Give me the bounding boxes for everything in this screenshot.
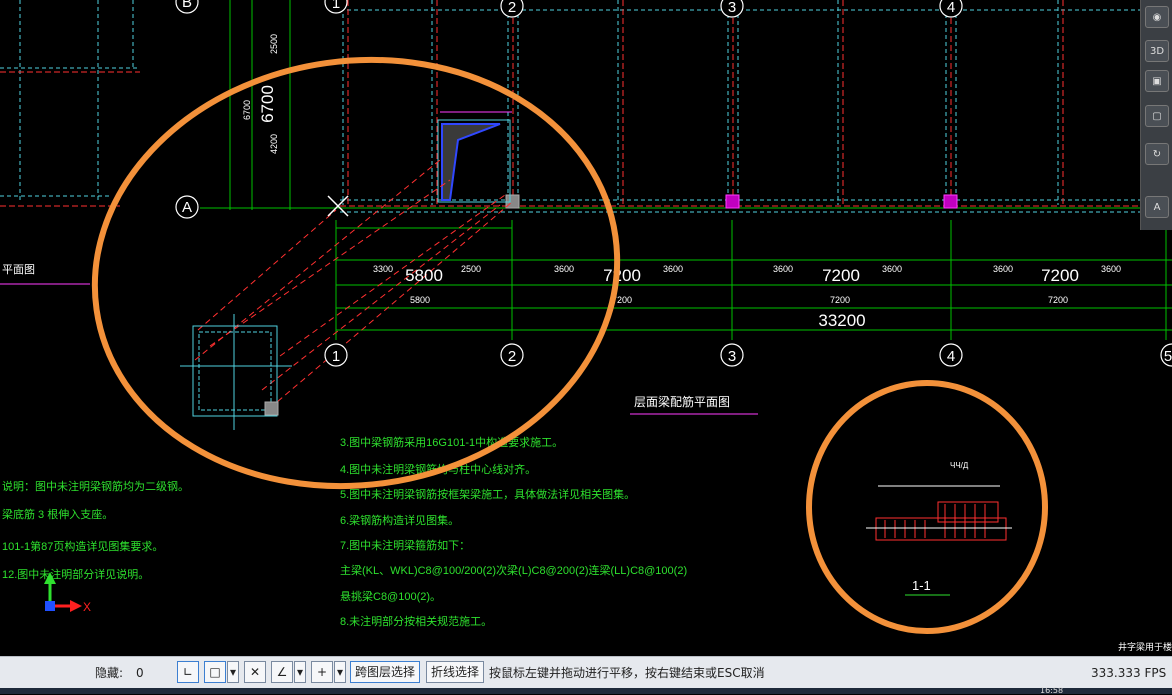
dim-small-8: 3600 xyxy=(1101,264,1121,274)
note-8: 8.未注明部分按相关规范施工。 xyxy=(340,614,492,628)
axis-label-4-top: 4 xyxy=(947,0,955,16)
axis-label-2-top: 2 xyxy=(508,0,516,16)
note-6: 6.梁钢筋构造详见图集。 xyxy=(340,513,459,527)
note-3: 3.图中梁钢筋采用16G101-1中构造要求施工。 xyxy=(340,435,563,449)
cross-snap-icon[interactable]: ✕ xyxy=(244,661,266,683)
dim-span-2: 7200 xyxy=(603,266,641,285)
dim-small-3: 3600 xyxy=(554,264,574,274)
axis-label-2: 2 xyxy=(508,348,516,365)
angle-dropdown-icon[interactable]: ▾ xyxy=(294,661,306,683)
ortho-mode-icon[interactable]: ∟ xyxy=(177,661,199,683)
dim-vertical-1: 6700 xyxy=(242,100,252,120)
plan-title: 层面梁配筋平面图 xyxy=(634,394,730,409)
taskbar-strip xyxy=(0,688,1172,694)
view-3d-button[interactable]: 3D xyxy=(1145,40,1169,62)
dim-small-5: 3600 xyxy=(773,264,793,274)
dim-small-2: 2500 xyxy=(461,264,481,274)
hidden-count: 0 xyxy=(136,666,144,680)
cross-layer-select-button[interactable]: 跨图层选择 xyxy=(350,661,420,683)
axis-label-b: B xyxy=(182,0,192,11)
dim-vertical-big: 6700 xyxy=(258,85,277,123)
box-view-icon[interactable]: ▢ xyxy=(1145,105,1169,127)
dim-lower-1: 5800 xyxy=(410,295,430,305)
dim-lower-4: 7200 xyxy=(1048,295,1068,305)
dim-span-3: 7200 xyxy=(822,266,860,285)
cad-drawing-canvas[interactable]: A B 1 2 3 4 1 2 3 4 5 5800 7200 7200 720… xyxy=(0,0,1172,656)
ucs-x-label: X xyxy=(83,600,91,614)
right-toolbar: ◉ 3D ▣ ▢ ↻ A xyxy=(1140,0,1172,230)
fps-readout: 333.333 FPS xyxy=(1091,666,1167,680)
left-note-4: 12.图中未注明部分详见说明。 xyxy=(2,567,149,581)
cube-icon[interactable]: ▣ xyxy=(1145,70,1169,92)
dim-small-4: 3600 xyxy=(663,264,683,274)
axis-label-3: 3 xyxy=(728,348,736,365)
note-7-cantilever: 悬挑梁C8@100(2)。 xyxy=(340,589,441,603)
letter-tool-icon[interactable]: A xyxy=(1145,196,1169,218)
snap-dropdown-icon[interactable]: ▾ xyxy=(227,661,239,683)
camera-icon[interactable]: ◉ xyxy=(1145,6,1169,28)
section-title: ЧЧ/Д xyxy=(950,461,969,470)
left-note-1: 说明：图中未注明梁钢筋均为二级钢。 xyxy=(2,479,189,493)
left-note-3: 101-1第87页构造详见图集要求。 xyxy=(2,539,163,553)
note-5: 5.图中未注明梁钢筋按框架梁施工，具体做法详见相关图集。 xyxy=(340,487,635,501)
dim-span-1: 5800 xyxy=(405,266,443,285)
status-bar: 隐藏: 0 ∟ □ ▾ ✕ ∠ ▾ + ▾ 跨图层选择 折线选择 按鼠标左键并拖… xyxy=(0,656,1172,689)
dim-vertical-3: 4200 xyxy=(269,134,279,154)
dim-vertical-2: 2500 xyxy=(269,34,279,54)
axis-label-1-top: 1 xyxy=(332,0,340,12)
left-note-2: 梁底筋 3 根伸入支座。 xyxy=(2,507,113,521)
axis-label-4: 4 xyxy=(947,348,955,365)
dim-span-4: 7200 xyxy=(1041,266,1079,285)
snap-mode-icon[interactable]: □ xyxy=(204,661,226,683)
axis-label-3-top: 3 xyxy=(728,0,736,16)
note-7: 7.图中未注明梁箍筋如下： xyxy=(340,538,470,552)
section-label: 1-1 xyxy=(912,578,931,593)
status-hint: 按鼠标左键并拖动进行平移，按右键结束或ESC取消 xyxy=(489,666,765,680)
dim-small-7: 3600 xyxy=(993,264,1013,274)
add-dropdown-icon[interactable]: ▾ xyxy=(334,661,346,683)
hidden-label: 隐藏: xyxy=(95,666,124,680)
axis-label-1: 1 xyxy=(332,348,340,365)
polyline-select-button[interactable]: 折线选择 xyxy=(426,661,484,683)
bottom-right-label: 井字梁用于楼层板 xyxy=(1118,641,1172,652)
dim-small-1: 3300 xyxy=(373,264,393,274)
axis-label-a: A xyxy=(182,199,192,216)
angle-snap-icon[interactable]: ∠ xyxy=(271,661,293,683)
add-tool-icon[interactable]: + xyxy=(311,661,333,683)
dim-small-6: 3600 xyxy=(882,264,902,274)
left-plan-label: 平面图 xyxy=(2,263,35,276)
axis-label-5: 5 xyxy=(1164,348,1172,365)
note-7-detail: 主梁(KL、WKL)C8@100/200(2)次梁(L)C8@200(2)连梁(… xyxy=(340,563,687,577)
rotate-icon[interactable]: ↻ xyxy=(1145,143,1169,165)
dim-lower-3: 7200 xyxy=(830,295,850,305)
dim-total: 33200 xyxy=(818,311,865,330)
